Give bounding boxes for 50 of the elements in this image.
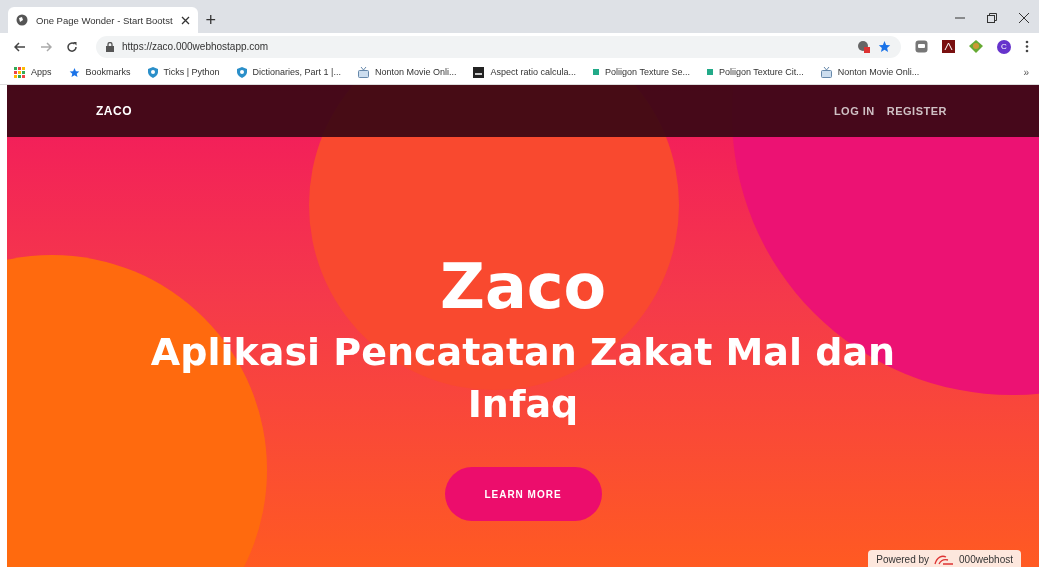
cookie-blocked-icon[interactable] [857, 40, 870, 53]
tv-icon [820, 66, 832, 78]
browser-tab[interactable]: One Page Wonder - Start Bootst [8, 7, 198, 33]
apps-grid-icon [14, 66, 25, 78]
badge-brand: 000webhost [959, 553, 1013, 565]
badge-text: Powered by [876, 553, 930, 565]
url-text: https://zaco.000webhostapp.com [122, 41, 269, 52]
nav-link[interactable]: REGISTER [886, 105, 947, 117]
bookmark-label: Aspect ratio calcula... [490, 67, 577, 77]
bookmark-label: Ticks | Python [163, 67, 220, 77]
learn-more-button[interactable]: LEARN MORE [444, 467, 602, 521]
shield-icon [147, 66, 158, 78]
nav-link[interactable]: LOG IN [833, 105, 875, 117]
bookmark-label: Apps [31, 67, 52, 77]
brand-link[interactable]: ZACO [96, 104, 132, 118]
new-tab-button[interactable]: + [205, 11, 217, 29]
bookmark-item[interactable]: Bookmarks [68, 66, 131, 78]
bookmark-label: Nonton Movie Onli... [374, 67, 457, 77]
restore-icon[interactable] [987, 13, 997, 23]
chat-extension-icon[interactable] [915, 40, 928, 53]
bookmark-item[interactable]: Nonton Movie Onli... [357, 66, 457, 78]
address-bar[interactable]: https://zaco.000webhostapp.com [96, 35, 901, 58]
globe-icon [16, 14, 28, 26]
bookmark-label: Nonton Movie Onli... [837, 67, 920, 77]
square-icon [473, 66, 485, 78]
tv-icon [357, 66, 369, 78]
star-icon[interactable] [878, 40, 891, 53]
menu-icon[interactable] [1025, 40, 1029, 53]
profile-avatar[interactable]: C [997, 39, 1011, 54]
bookmark-item[interactable]: Ticks | Python [147, 66, 220, 78]
logo-icon [934, 553, 955, 565]
bookmark-item[interactable]: Apps [14, 66, 52, 78]
hero-title: Zaco [439, 252, 607, 322]
pdf-extension-icon[interactable] [942, 40, 955, 53]
bookmark-label: Bookmarks [85, 67, 131, 77]
tab-title: One Page Wonder - Start Bootst [36, 14, 173, 26]
bookmark-item[interactable]: Aspect ratio calcula... [473, 66, 577, 78]
close-icon[interactable] [1019, 13, 1029, 23]
back-icon[interactable] [14, 40, 26, 53]
bookmark-item[interactable]: Dictionaries, Part 1 |... [236, 66, 341, 78]
bookmark-item[interactable]: Nonton Movie Onli... [820, 66, 920, 78]
reload-icon[interactable] [66, 40, 78, 53]
more-bookmarks-button[interactable]: » [1023, 66, 1029, 78]
powered-by-badge[interactable]: Powered by 000webhost [868, 550, 1021, 567]
hero-subtitle: Aplikasi Pencatatan Zakat Mal dan Infaq [149, 329, 897, 428]
star-icon [68, 66, 80, 78]
lock-icon [106, 41, 114, 52]
close-icon[interactable] [180, 15, 190, 25]
shield-icon [236, 66, 247, 78]
bookmark-label: Dictionaries, Part 1 |... [252, 67, 341, 77]
